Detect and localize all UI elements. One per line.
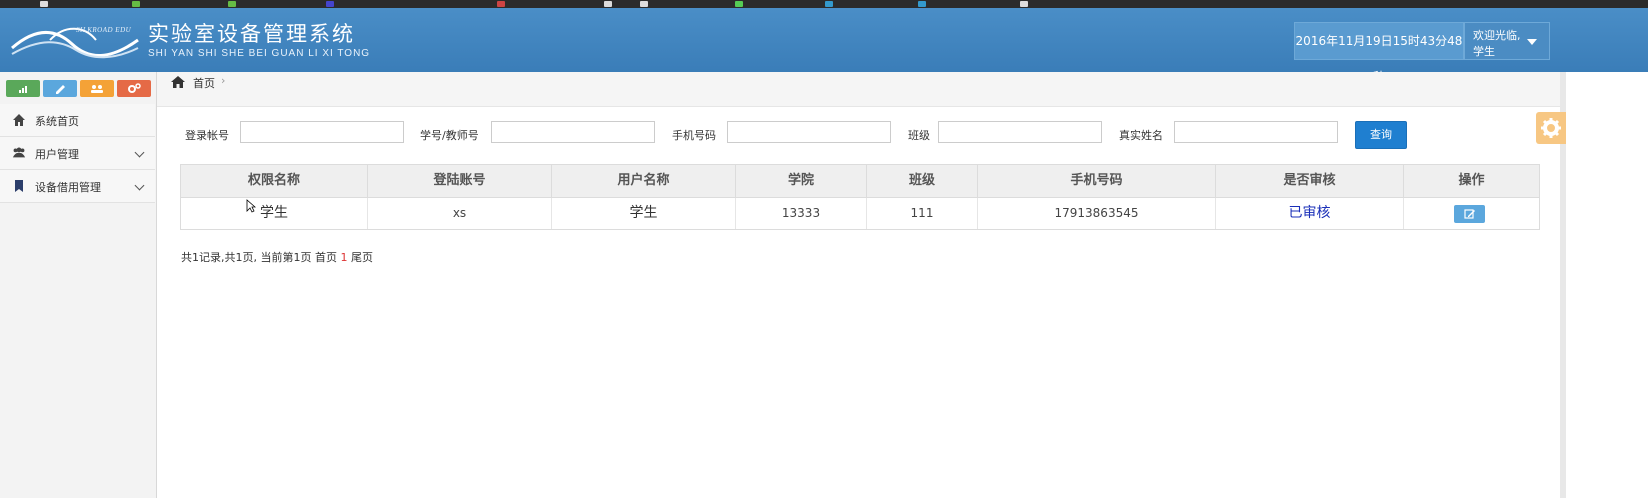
welcome-text: 欢迎光临,: [1473, 29, 1521, 42]
column-header-account: 登陆账号: [368, 165, 552, 197]
cell-account: xs: [368, 198, 552, 229]
pagination-current-page[interactable]: 1: [340, 251, 347, 264]
sidebar-item-user-management[interactable]: 用户管理: [0, 137, 155, 170]
pagination-last-link[interactable]: 尾页: [351, 251, 373, 264]
column-header-class: 班级: [867, 165, 978, 197]
filter-label-real-name: 真实姓名: [1119, 129, 1163, 142]
home-icon: [13, 114, 25, 126]
system-subtitle: SHI YAN SHI SHE BEI GUAN LI XI TONG: [148, 48, 371, 59]
users-icon: [12, 147, 26, 158]
shortcut-signal-button[interactable]: [6, 80, 40, 97]
filter-label-login-account: 登录帐号: [185, 129, 229, 142]
column-header-role: 权限名称: [181, 165, 368, 197]
table-header: 权限名称 登陆账号 用户名称 学院 班级 手机号码 是否审核 操作: [181, 165, 1539, 198]
breadcrumb-home-link[interactable]: 首页: [193, 75, 215, 91]
filter-label-student-teacher-id: 学号/教师号: [420, 129, 479, 142]
cogs-icon: [128, 83, 141, 93]
query-button[interactable]: 查询: [1355, 121, 1407, 149]
caret-down-icon: [1527, 39, 1537, 45]
pencil-icon: [56, 85, 65, 94]
sidebar-item-home[interactable]: 系统首页: [0, 104, 155, 137]
column-header-phone: 手机号码: [978, 165, 1216, 197]
user-table: 权限名称 登陆账号 用户名称 学院 班级 手机号码 是否审核 操作 学生 xs …: [180, 164, 1540, 230]
filter-label-phone: 手机号码: [672, 129, 716, 142]
mouse-cursor-icon: [246, 199, 256, 213]
column-header-approved: 是否审核: [1216, 165, 1404, 197]
sidebar-item-label: 系统首页: [35, 115, 79, 128]
group-icon: [91, 85, 103, 93]
pagination: 共1记录,共1页, 当前第1页 首页 1 尾页: [181, 249, 373, 265]
column-header-college: 学院: [736, 165, 867, 197]
home-icon: [171, 76, 185, 88]
user-menu[interactable]: 欢迎光临, 学生: [1464, 22, 1550, 60]
cell-class: 111: [867, 198, 978, 229]
signal-icon: [19, 86, 27, 93]
phone-input[interactable]: [727, 121, 891, 143]
pagination-summary: 共1记录,共1页, 当前第1页 首页: [181, 251, 337, 264]
breadcrumb-separator-icon: ›: [221, 74, 226, 87]
edit-button[interactable]: [1454, 205, 1485, 223]
sidebar-item-equipment-borrow[interactable]: 设备借用管理: [0, 170, 155, 203]
shortcut-group-button[interactable]: [80, 80, 114, 97]
app-header: SILKROAD EDU 实验室设备管理系统 SHI YAN SHI SHE B…: [0, 8, 1648, 84]
shortcut-edit-button[interactable]: [43, 80, 77, 97]
sidebar-item-label: 用户管理: [35, 148, 79, 161]
logo-text: SILKROAD EDU: [76, 26, 132, 34]
chevron-down-icon: [134, 147, 145, 158]
settings-panel-toggle[interactable]: [1536, 112, 1566, 144]
cell-phone: 17913863545: [978, 198, 1216, 229]
column-header-actions: 操作: [1458, 173, 1485, 188]
cell-role: 学生: [181, 198, 368, 229]
filter-label-class: 班级: [908, 129, 930, 142]
cell-username: 学生: [552, 198, 736, 229]
column-header-username: 用户名称: [552, 165, 736, 197]
user-role: 学生: [1473, 45, 1495, 58]
breadcrumb: 首页 ›: [157, 72, 1560, 107]
sidebar-item-label: 设备借用管理: [35, 181, 101, 194]
class-input[interactable]: [938, 121, 1102, 143]
cell-college: 13333: [736, 198, 867, 229]
bookmark-icon: [15, 180, 23, 192]
browser-bookmark-strip: [0, 0, 1648, 8]
cell-approved-status: 已审核: [1216, 198, 1404, 229]
system-title: 实验室设备管理系统: [148, 23, 355, 46]
student-teacher-id-input[interactable]: [491, 121, 655, 143]
gear-icon: [1541, 118, 1561, 138]
chevron-down-icon: [134, 180, 145, 191]
edit-icon: [1464, 209, 1475, 219]
shortcut-settings-button[interactable]: [117, 80, 151, 97]
current-datetime: 2016年11月19日15时43分48秒: [1294, 22, 1464, 84]
real-name-input[interactable]: [1174, 121, 1338, 143]
login-account-input[interactable]: [240, 121, 404, 143]
silkroad-logo-icon: [11, 27, 139, 59]
